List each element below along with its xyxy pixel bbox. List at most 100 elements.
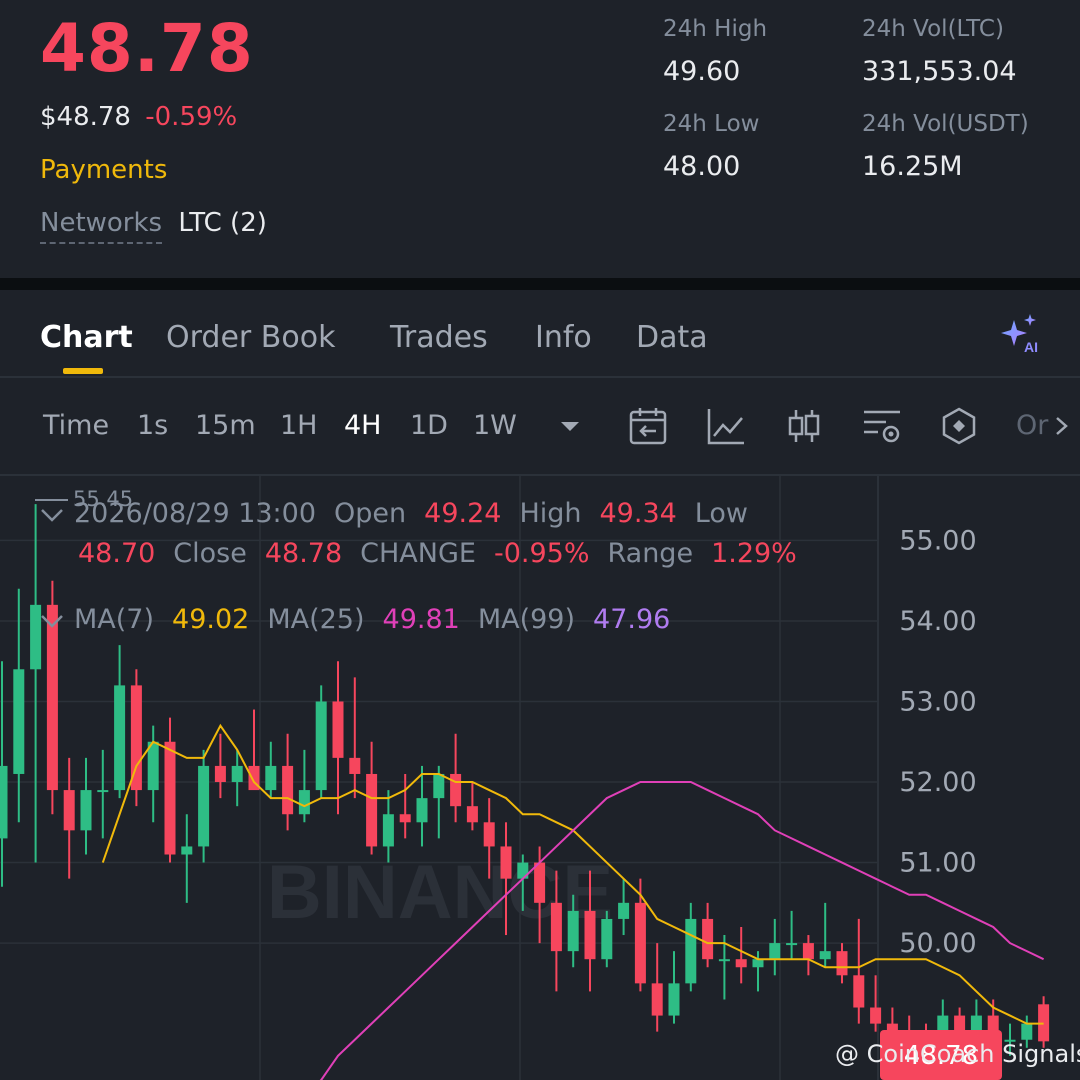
candle xyxy=(802,935,814,976)
timeframe-1h[interactable]: 1H xyxy=(280,410,317,441)
candle-body xyxy=(265,765,277,791)
category-tag[interactable]: Payments xyxy=(40,155,167,185)
price-tick-label: 55.00 xyxy=(899,525,976,556)
candle-body xyxy=(198,765,210,847)
candle xyxy=(30,504,42,863)
candle-body xyxy=(584,910,596,960)
vol-ltc-value: 331,553.04 xyxy=(862,56,1017,87)
candle-body xyxy=(534,862,546,903)
chart-toolbar: Time 1s 15m 1H 4H 1D 1W Or xyxy=(0,378,1080,476)
candle xyxy=(248,709,260,791)
tab-data[interactable]: Data xyxy=(636,320,708,355)
timeframe-1d[interactable]: 1D xyxy=(410,410,448,441)
candle-body xyxy=(214,765,226,783)
candle xyxy=(618,878,630,936)
candle-body xyxy=(399,814,411,823)
ai-sparkle-icon[interactable]: AI xyxy=(998,312,1044,358)
ma99-value: 47.96 xyxy=(593,604,671,635)
price-tick-label: 52.00 xyxy=(899,767,976,798)
candle xyxy=(13,588,25,823)
candle xyxy=(836,943,848,984)
candle-body xyxy=(802,943,814,960)
ma7-value: 49.02 xyxy=(172,604,250,635)
candle-body xyxy=(601,918,613,960)
candle-body xyxy=(702,918,714,960)
candle-body xyxy=(718,959,730,962)
candle-body xyxy=(853,975,865,1008)
candle-body xyxy=(735,959,747,968)
timeframe-time[interactable]: Time xyxy=(43,410,109,441)
tab-info[interactable]: Info xyxy=(535,320,592,355)
open-label: Open xyxy=(334,498,407,529)
candle xyxy=(298,749,310,823)
chevron-right-icon[interactable] xyxy=(1050,406,1074,446)
candle-body xyxy=(315,701,327,791)
candle-body xyxy=(0,765,8,839)
indicator-line-icon[interactable] xyxy=(706,406,746,446)
candle xyxy=(685,902,697,992)
candle-style-icon[interactable] xyxy=(784,406,824,446)
candle-body xyxy=(500,846,512,879)
tab-bar: Chart Order Book Trades Info Data xyxy=(0,290,1080,378)
candle-body xyxy=(63,790,75,831)
candle xyxy=(853,918,865,1024)
tab-order-book[interactable]: Order Book xyxy=(166,320,335,355)
credit-watermark: @ CoinCoach Signals xyxy=(835,1040,1080,1068)
low-value: 48.00 xyxy=(663,151,741,182)
candle xyxy=(214,733,226,799)
candle xyxy=(786,910,798,960)
candle xyxy=(668,951,680,1024)
candle-body xyxy=(786,943,798,946)
change-percent: -0.59% xyxy=(145,102,238,132)
tab-chart[interactable]: Chart xyxy=(40,320,133,355)
fiat-price: $48.78 xyxy=(40,102,131,132)
ma-collapse-chevron-icon[interactable] xyxy=(38,610,66,632)
candle-body xyxy=(634,902,646,984)
candle xyxy=(349,677,361,799)
candle xyxy=(114,645,126,799)
candle xyxy=(450,733,462,823)
candle-body xyxy=(164,741,176,855)
networks-value: LTC (2) xyxy=(178,208,267,238)
candle xyxy=(198,749,210,863)
collapse-chevron-icon[interactable] xyxy=(38,504,66,526)
low-value-ohlc: 48.70 xyxy=(78,538,156,569)
price-tick-label: 54.00 xyxy=(899,606,976,637)
chart-settings-icon[interactable] xyxy=(862,406,902,446)
close-value: 48.78 xyxy=(264,538,343,569)
networks-label: Networks xyxy=(40,208,163,244)
candle-body xyxy=(769,943,781,960)
hexagon-tool-icon[interactable] xyxy=(939,406,979,446)
timeframe-1s[interactable]: 1s xyxy=(137,410,168,441)
ma-row: MA(7) 49.02 MA(25) 49.81 MA(99) 47.96 xyxy=(38,604,688,635)
ma25-label: MA(25) xyxy=(267,604,365,635)
more-tools-label[interactable]: Or xyxy=(1016,410,1048,441)
candle-body xyxy=(114,685,126,791)
candle xyxy=(97,749,109,839)
timeframe-4h[interactable]: 4H xyxy=(344,410,381,441)
candle-body xyxy=(416,798,428,823)
price-tick-label: 51.00 xyxy=(899,848,976,879)
candle xyxy=(870,975,882,1032)
candle xyxy=(63,757,75,879)
candle-body xyxy=(618,902,630,919)
tab-trades[interactable]: Trades xyxy=(390,320,488,355)
candle xyxy=(164,717,176,863)
candle-body xyxy=(567,910,579,952)
candle-body xyxy=(298,790,310,815)
candle-datetime: 2026/08/29 13:00 xyxy=(74,498,317,529)
vol-usdt-label: 24h Vol(USDT) xyxy=(862,111,1029,137)
low-label: 24h Low xyxy=(663,111,760,137)
timeframe-dropdown-icon[interactable] xyxy=(550,406,590,446)
candle-body xyxy=(483,822,495,847)
timeframe-15m[interactable]: 15m xyxy=(195,410,256,441)
change-label: CHANGE xyxy=(360,538,476,569)
networks-row[interactable]: Networks LTC (2) xyxy=(40,208,267,244)
candles-group xyxy=(0,504,1050,1072)
candle xyxy=(0,661,8,887)
range-value: 1.29% xyxy=(711,538,797,569)
candle-body xyxy=(685,918,697,984)
fiat-price-row: $48.78 -0.59% xyxy=(40,102,237,132)
timeframe-1w[interactable]: 1W xyxy=(473,410,517,441)
calendar-jump-icon[interactable] xyxy=(628,406,668,446)
